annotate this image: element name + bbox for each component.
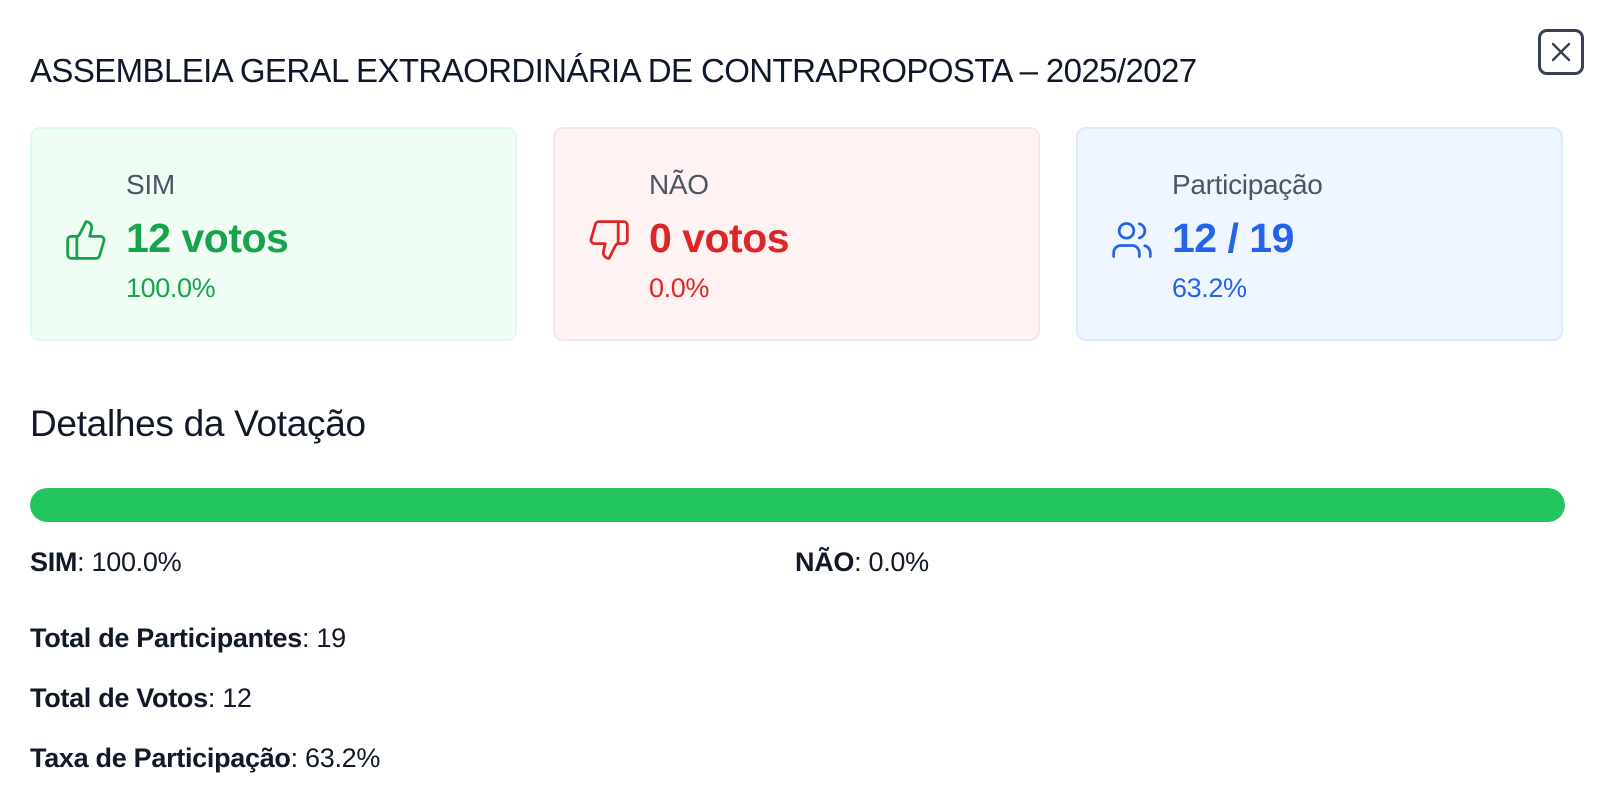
no-legend-label: NÃO (795, 547, 855, 577)
yes-legend: SIM: 100.0% (30, 547, 182, 577)
stat-label: Total de Votos (30, 683, 208, 713)
total-participants: Total de Participantes: 19 (30, 623, 346, 653)
yes-votes-card: SIM 12 votos 100.0% (30, 127, 517, 341)
stat-value: 63.2% (305, 743, 381, 773)
thumbs-down-icon (589, 220, 629, 260)
modal-title: ASSEMBLEIA GERAL EXTRAORDINÁRIA DE CONTR… (30, 52, 1197, 89)
no-legend: NÃO: 0.0% (795, 547, 930, 577)
no-votes-card: NÃO 0 votos 0.0% (553, 127, 1040, 341)
thumbs-up-icon (66, 220, 106, 260)
no-card-label: NÃO (649, 169, 709, 200)
participation-card: Participação 12 / 19 63.2% (1076, 127, 1563, 341)
vote-progress-bar (30, 488, 1565, 522)
close-button[interactable] (1538, 29, 1584, 75)
yes-card-percent: 100.0% (126, 273, 216, 303)
stat-value: 12 (222, 683, 252, 713)
yes-card-votes: 12 votos (126, 215, 289, 261)
participation-card-label: Participação (1172, 169, 1323, 200)
voting-results-modal: ASSEMBLEIA GERAL EXTRAORDINÁRIA DE CONTR… (0, 0, 1600, 800)
participation-card-percent: 63.2% (1172, 273, 1247, 303)
participation-rate: Taxa de Participação: 63.2% (30, 743, 381, 773)
stat-label: Total de Participantes (30, 623, 302, 653)
no-card-votes: 0 votos (649, 215, 790, 261)
yes-legend-value: 100.0% (91, 547, 182, 577)
no-card-percent: 0.0% (649, 273, 709, 303)
yes-progress-fill (30, 488, 1565, 522)
summary-cards: SIM 12 votos 100.0% NÃO 0 votos 0.0% Par… (30, 127, 1565, 341)
users-icon (1112, 222, 1152, 258)
details-title: Detalhes da Votação (30, 403, 366, 444)
participation-card-value: 12 / 19 (1172, 215, 1294, 261)
stat-value: 19 (316, 623, 346, 653)
yes-legend-label: SIM (30, 547, 78, 577)
yes-card-label: SIM (126, 169, 175, 200)
no-legend-value: 0.0% (868, 547, 930, 577)
close-icon (1551, 42, 1571, 62)
total-votes: Total de Votos: 12 (30, 683, 252, 713)
stat-label: Taxa de Participação (30, 743, 291, 773)
